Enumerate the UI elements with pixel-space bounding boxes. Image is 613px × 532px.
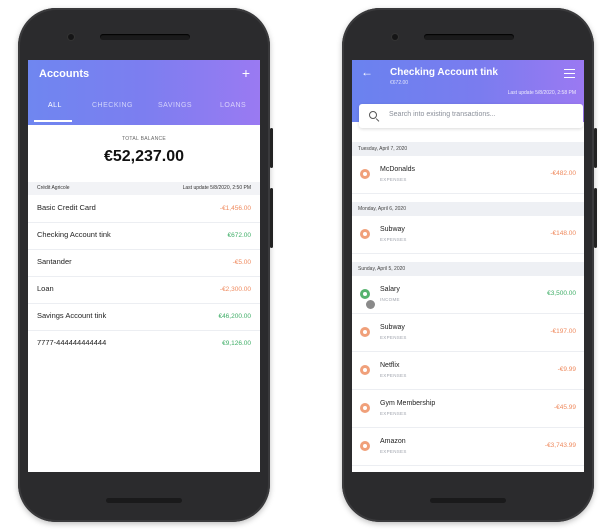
total-balance-value: €52,237.00	[103, 148, 185, 165]
page-title: Accounts	[39, 68, 90, 80]
account-name: Loan	[37, 284, 54, 293]
transaction-amount: -€3,743.99	[544, 442, 576, 449]
total-balance-label: TOTAL BALANCE	[121, 136, 167, 142]
expense-icon	[360, 229, 370, 239]
account-balance: -€1,456.00	[219, 205, 251, 212]
transaction-amount: -€45.99	[553, 404, 576, 411]
account-balance: €46,200.00	[218, 313, 251, 320]
account-balance: -€2,300.00	[219, 286, 251, 293]
transaction-row[interactable]: Salary INCOME €3,500.00	[352, 276, 584, 314]
account-row[interactable]: 7777-444444444444 €9,126.00	[28, 331, 260, 358]
transaction-row[interactable]: McDonalds EXPENSES -€482.00	[352, 156, 584, 194]
tab-savings[interactable]: SAVINGS	[158, 102, 192, 109]
transaction-category: INCOME	[380, 297, 400, 302]
transaction-amount: -€9.99	[557, 366, 576, 373]
power-button	[270, 128, 273, 168]
transaction-row[interactable]: Amazon EXPENSES -€3,743.99	[352, 428, 584, 466]
account-row[interactable]: Loan -€2,300.00	[28, 277, 260, 304]
bottom-speaker	[106, 498, 182, 503]
transaction-name: Netflix	[380, 362, 400, 369]
account-balance: €672.00	[390, 80, 409, 86]
last-update: Last update 5/8/2020, 2:50 PM	[182, 185, 251, 191]
page-title: Checking Account tink	[390, 67, 498, 78]
transaction-name: Amazon	[380, 438, 406, 445]
account-tabs: ALL CHECKING SAVINGS LOANS	[28, 100, 260, 120]
date-label: Monday, April 6, 2020	[358, 206, 406, 212]
right-screen: ← Checking Account tink €672.00 Last upd…	[352, 60, 584, 472]
transaction-name: Gym Membership	[380, 400, 436, 407]
transaction-name: McDonalds	[380, 166, 416, 173]
account-name: 7777-444444444444	[37, 338, 107, 347]
account-balance: -€5.00	[232, 259, 251, 266]
add-account-button[interactable]: +	[242, 65, 250, 81]
earpiece-speaker	[424, 34, 514, 40]
search-placeholder: Search into existing transactions...	[389, 111, 496, 118]
date-header: Monday, April 6, 2020	[352, 202, 584, 216]
search-icon	[369, 111, 377, 119]
account-row[interactable]: Checking Account tink €672.00	[28, 223, 260, 250]
back-arrow-icon[interactable]: ←	[361, 65, 373, 79]
expense-icon	[360, 327, 370, 337]
left-screen: Accounts + ALL CHECKING SAVINGS LOANS TO…	[28, 60, 260, 472]
transaction-name: Salary	[380, 286, 400, 293]
account-row[interactable]: Savings Account tink €46,200.00	[28, 304, 260, 331]
account-balance: €9,126.00	[222, 340, 251, 347]
transaction-row[interactable]: Gym Membership EXPENSES -€45.99	[352, 390, 584, 428]
transaction-row[interactable]: Netflix EXPENSES -€9.99	[352, 352, 584, 390]
transaction-category: EXPENSES	[380, 373, 407, 378]
left-phone-frame: Accounts + ALL CHECKING SAVINGS LOANS TO…	[18, 8, 273, 522]
transaction-amount: -€148.00	[550, 230, 576, 237]
tab-all[interactable]: ALL	[48, 102, 62, 109]
transaction-name: Subway	[380, 324, 405, 331]
power-button	[594, 128, 597, 168]
transaction-row[interactable]: Subway EXPENSES -€197.00	[352, 314, 584, 352]
volume-button	[270, 188, 273, 248]
transaction-category: EXPENSES	[380, 237, 407, 242]
touch-cursor	[366, 300, 375, 309]
bank-bar: Crédit Agricole Last update 5/8/2020, 2:…	[28, 182, 260, 195]
volume-button	[594, 188, 597, 248]
transaction-amount: -€197.00	[550, 328, 576, 335]
account-name: Basic Credit Card	[37, 203, 96, 212]
date-header: Tuesday, April 7, 2020	[352, 142, 584, 156]
front-camera	[392, 34, 398, 40]
expense-icon	[360, 403, 370, 413]
date-header: Sunday, April 5, 2020	[352, 262, 584, 276]
transaction-amount: -€482.00	[550, 170, 576, 177]
transaction-amount: €3,500.00	[547, 290, 576, 297]
transaction-row[interactable]: Subway EXPENSES -€148.00	[352, 216, 584, 254]
last-update: Last update 5/8/2020, 2:58 PM	[507, 90, 576, 96]
income-icon	[360, 289, 370, 299]
bank-name: Crédit Agricole	[37, 185, 70, 191]
account-name: Savings Account tink	[37, 311, 107, 320]
menu-icon[interactable]	[564, 69, 575, 80]
transaction-category: EXPENSES	[380, 335, 407, 340]
expense-icon	[360, 365, 370, 375]
tab-loans[interactable]: LOANS	[220, 102, 246, 109]
expense-icon	[360, 169, 370, 179]
active-tab-indicator	[34, 120, 72, 122]
transaction-category: EXPENSES	[380, 177, 407, 182]
account-name: Checking Account tink	[37, 230, 111, 239]
right-phone-frame: ← Checking Account tink €672.00 Last upd…	[342, 8, 597, 522]
transaction-category: EXPENSES	[380, 449, 407, 454]
transaction-category: EXPENSES	[380, 411, 407, 416]
accounts-header: Accounts + ALL CHECKING SAVINGS LOANS	[28, 60, 260, 125]
search-input[interactable]: Search into existing transactions...	[359, 104, 583, 128]
earpiece-speaker	[100, 34, 190, 40]
date-label: Sunday, April 5, 2020	[358, 266, 406, 272]
account-row[interactable]: Santander -€5.00	[28, 250, 260, 277]
front-camera	[68, 34, 74, 40]
date-label: Tuesday, April 7, 2020	[358, 146, 408, 152]
transaction-name: Subway	[380, 226, 405, 233]
account-balance: €672.00	[227, 232, 252, 239]
account-row[interactable]: Basic Credit Card -€1,456.00	[28, 196, 260, 223]
tab-checking[interactable]: CHECKING	[92, 102, 133, 109]
expense-icon	[360, 441, 370, 451]
bottom-speaker	[430, 498, 506, 503]
account-name: Santander	[37, 257, 72, 266]
